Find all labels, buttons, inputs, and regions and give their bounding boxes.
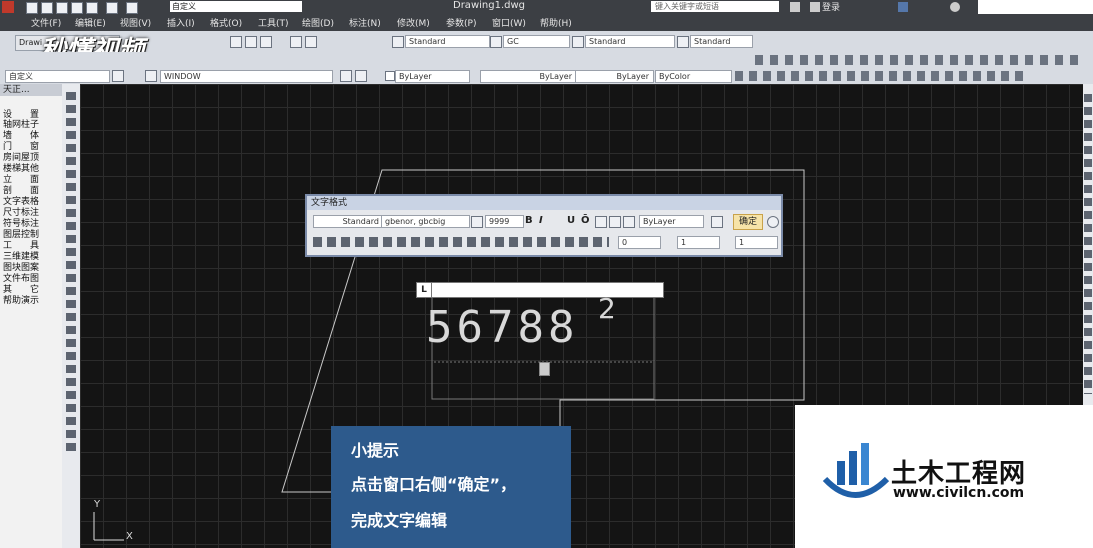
mtext-content[interactable]: 56788 — [426, 302, 578, 353]
ucs-x-label: X — [126, 531, 133, 542]
mtext-resize-handle[interactable] — [539, 362, 550, 376]
redo-text-icon[interactable] — [609, 216, 621, 228]
tip-title: 小提示 — [351, 441, 400, 460]
tab-type-icon[interactable]: L — [417, 283, 432, 297]
options-chevron-icon[interactable] — [767, 216, 779, 228]
text-height-select[interactable]: 9999 — [485, 215, 524, 228]
undo-text-icon[interactable] — [595, 216, 607, 228]
text-style-select[interactable]: Standard — [313, 215, 384, 228]
bold-button[interactable]: B — [525, 215, 533, 226]
ruler-toggle-icon[interactable] — [711, 216, 723, 228]
text-color-select[interactable]: ByLayer — [639, 215, 704, 228]
mtext-superscript[interactable]: 2 — [598, 292, 616, 325]
ok-button[interactable]: 确定 — [733, 214, 763, 230]
oblique-angle-input[interactable]: 0 — [618, 236, 661, 249]
width-factor-input[interactable]: 1 — [735, 236, 778, 249]
tracking-input[interactable]: 1 — [677, 236, 720, 249]
site-logo: 土木工程网 www.civilcn.com — [795, 405, 1093, 548]
tip-line2: 完成文字编辑 — [351, 511, 448, 530]
overline-button[interactable]: Ō — [581, 215, 590, 226]
paragraph-tools[interactable] — [313, 237, 609, 247]
logo-emblem-icon — [822, 443, 890, 498]
stack-icon[interactable] — [623, 216, 635, 228]
tip-line1: 点击窗口右侧“确定”， — [351, 475, 517, 494]
mtext-ruler[interactable]: L — [416, 282, 664, 298]
underline-button[interactable]: U — [567, 215, 575, 226]
italic-button[interactable]: I — [539, 215, 543, 226]
ucs-y-label: Y — [94, 499, 101, 510]
tip-box: 小提示 点击窗口右侧“确定”， 完成文字编辑 — [331, 426, 571, 548]
text-format-dialog: 文字格式 Standard gbenor, gbcbig 9999 B I U … — [305, 194, 783, 257]
logo-url: www.civilcn.com — [893, 485, 1025, 501]
dialog-title: 文字格式 — [307, 196, 781, 210]
annotative-icon[interactable] — [471, 216, 483, 228]
font-select[interactable]: gbenor, gbcbig — [381, 215, 470, 228]
